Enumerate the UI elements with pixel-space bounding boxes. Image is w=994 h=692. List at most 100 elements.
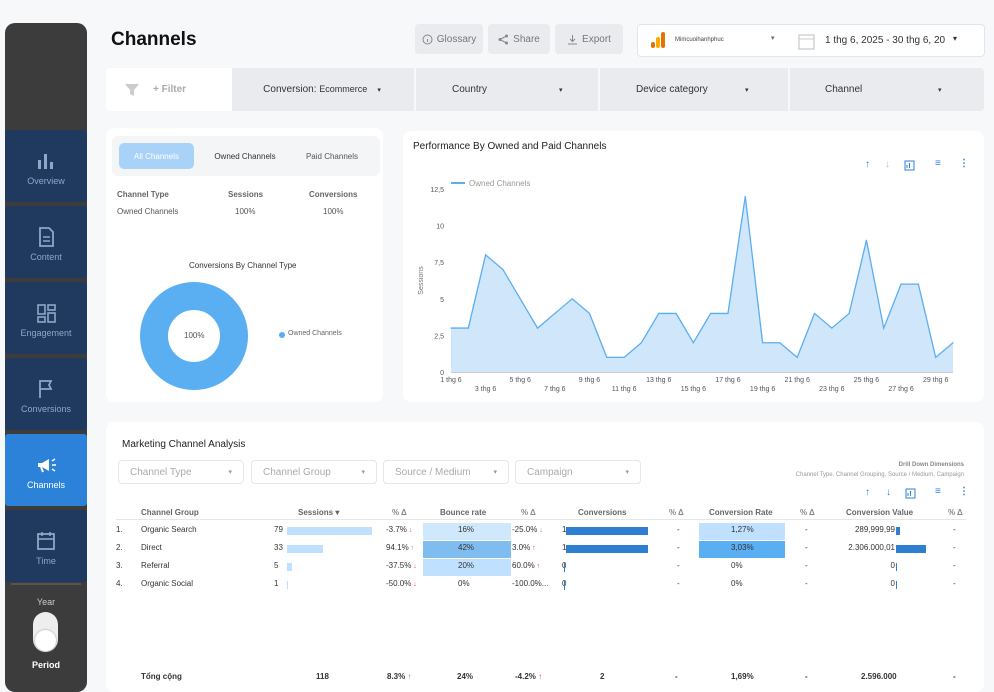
add-filter-button[interactable]: + Filter	[106, 68, 232, 111]
nav-label: Time	[5, 556, 87, 566]
tab-paid-channels[interactable]: Paid Channels	[292, 143, 372, 169]
col-sessions-pct: % Δ	[392, 508, 407, 517]
nav-conversions[interactable]: Conversions	[5, 358, 87, 430]
more-options-icon[interactable]: ⋮	[959, 486, 969, 497]
conversions-bar	[566, 545, 648, 553]
nav-channels[interactable]: Channels	[5, 434, 87, 506]
dropdown-label: Source / Medium	[395, 467, 471, 478]
x-tick-label: 29 thg 6	[923, 377, 948, 384]
row-bounce-rate: 42%	[458, 543, 474, 552]
row-value-pct: -	[953, 579, 956, 588]
x-tick-label: 3 thg 6	[475, 386, 497, 393]
tab-owned-channels[interactable]: Owned Channels	[205, 143, 285, 169]
row-number: 3.	[116, 561, 123, 570]
row-channel-group[interactable]: Organic Search	[141, 525, 197, 534]
row-conversions: 100%	[323, 207, 343, 216]
data-point	[589, 313, 590, 314]
glossary-button[interactable]: Glossary	[415, 24, 483, 54]
chevron-down-icon: ▾	[493, 468, 497, 476]
more-options-icon[interactable]: ⋮	[959, 158, 969, 169]
col-conversion-value[interactable]: Conversion Value	[846, 508, 913, 517]
sort-down-icon[interactable]: ↓	[885, 159, 890, 170]
y-tick-label: 0	[440, 370, 444, 377]
toggle-label-year: Year	[5, 597, 87, 607]
conversion-filter[interactable]: Conversion: Ecommerce ▾	[232, 68, 412, 111]
device-filter[interactable]: Device category ▾	[600, 68, 786, 111]
dashboard-icon	[35, 302, 57, 324]
col-channel-group[interactable]: Channel Group	[141, 508, 199, 517]
nav-content[interactable]: Content	[5, 206, 87, 278]
date-range-caret[interactable]: ▾	[953, 34, 957, 43]
row-sessions: 100%	[235, 207, 255, 216]
channel-filter[interactable]: Channel ▾	[790, 68, 984, 111]
tab-all-channels[interactable]: All Channels	[119, 143, 194, 169]
x-tick-label: 15 thg 6	[681, 386, 706, 393]
date-range[interactable]: 1 thg 6, 2025 - 30 thg 6, 20	[825, 35, 945, 46]
nav-engagement[interactable]: Engagement	[5, 282, 87, 354]
row-conversion-value: 2.306.000,01	[841, 543, 895, 552]
chart-edit-icon[interactable]	[905, 488, 916, 499]
y-tick-label: 10	[436, 224, 444, 231]
data-source-caret[interactable]: ▾	[771, 34, 775, 42]
campaign-dropdown[interactable]: Campaign▾	[515, 460, 641, 484]
row-sessions-pct: -50.0% ↓	[386, 579, 417, 588]
x-tick-label: 7 thg 6	[544, 386, 566, 393]
flag-icon	[35, 378, 57, 400]
row-conversion-value: 0	[841, 579, 895, 588]
period-toggle[interactable]	[33, 612, 58, 652]
col-conversions[interactable]: Conversions	[578, 508, 626, 517]
data-point	[641, 342, 642, 343]
row-channel-group[interactable]: Referral	[141, 561, 169, 570]
row-bounce-pct: -100.0%...	[512, 579, 548, 588]
data-point	[952, 342, 953, 343]
col-conversions: Conversions	[309, 190, 357, 199]
data-point	[797, 357, 798, 358]
row-channel-group[interactable]: Organic Social	[141, 579, 193, 588]
source-medium-dropdown[interactable]: Source / Medium ▾	[383, 460, 509, 484]
chart-title: Performance By Owned and Paid Channels	[413, 141, 606, 152]
nav-overview[interactable]: Overview	[5, 130, 87, 202]
nav-label: Engagement	[5, 328, 87, 338]
sessions-bar	[287, 545, 323, 553]
calendar-icon	[35, 530, 57, 552]
calendar-icon	[798, 32, 816, 50]
row-conversion-rate: 0%	[731, 579, 743, 588]
row-sessions: 79	[274, 525, 286, 534]
row-number: 4.	[116, 579, 123, 588]
page-title: Channels	[111, 29, 197, 51]
value-bar	[896, 527, 900, 535]
data-point	[900, 284, 901, 285]
col-sessions[interactable]: Sessions ▾	[298, 508, 339, 517]
donut-legend-label: Owned Channels	[288, 330, 342, 337]
data-source-name[interactable]: Mimcuoihanhphuc	[675, 37, 724, 43]
data-point	[606, 357, 607, 358]
row-sessions-pct: 94.1% ↑	[386, 543, 414, 552]
y-tick-label: 5	[440, 297, 444, 304]
row-channel-group[interactable]: Direct	[141, 543, 162, 552]
data-source-control: Mimcuoihanhphuc ▾ 1 thg 6, 2025 - 30 thg…	[637, 24, 985, 57]
data-point	[883, 327, 884, 328]
data-point	[554, 313, 555, 314]
country-filter[interactable]: Country ▾	[416, 68, 596, 111]
channel-group-dropdown[interactable]: Channel Group▾	[251, 460, 377, 484]
data-point	[849, 313, 850, 314]
data-point	[502, 269, 503, 270]
channel-type-dropdown[interactable]: Channel Type▾	[118, 460, 244, 484]
sort-up-icon[interactable]: ↑	[865, 487, 870, 498]
col-bounce-rate[interactable]: Bounce rate	[440, 508, 486, 517]
row-channel-type: Owned Channels	[117, 207, 178, 216]
export-button[interactable]: Export	[555, 24, 623, 54]
share-label: Share	[513, 34, 540, 45]
row-value-pct: -	[953, 525, 956, 534]
add-filter-label: + Filter	[153, 84, 186, 95]
nav-time[interactable]: Time	[5, 510, 87, 582]
share-button[interactable]: Share	[488, 24, 550, 54]
sort-up-icon[interactable]: ↑	[865, 159, 870, 170]
chart-edit-icon[interactable]	[904, 160, 915, 171]
col-conversion-rate[interactable]: Conversion Rate	[709, 508, 773, 517]
sort-down-icon[interactable]: ↓	[886, 487, 891, 498]
filter-icon[interactable]: ≡	[935, 486, 941, 497]
nav-label: Conversions	[5, 404, 87, 414]
row-rate-pct: -	[805, 543, 808, 552]
filter-icon[interactable]: ≡	[935, 158, 941, 169]
